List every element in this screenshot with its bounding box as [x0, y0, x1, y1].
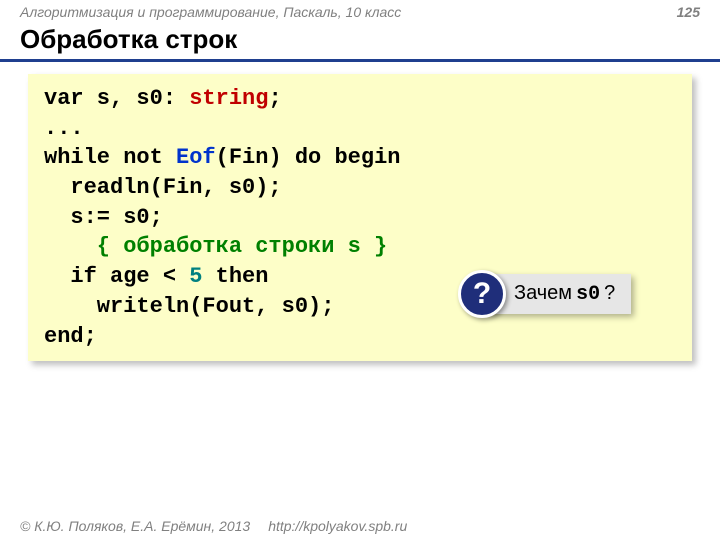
callout: ? Зачем s0 ? — [458, 270, 631, 318]
page-number: 125 — [677, 4, 700, 20]
code-line: ... — [44, 116, 84, 141]
course-label: Алгоритмизация и программирование, Паска… — [20, 4, 401, 20]
callout-tail: ? — [604, 282, 615, 305]
keyword-type: string — [189, 86, 268, 111]
code-line: s:= s0; — [44, 205, 163, 230]
slide-footer: © К.Ю. Поляков, Е.А. Ерёмин, 2013 http:/… — [20, 518, 407, 534]
code-line: readln(Fin, s0); — [44, 175, 282, 200]
callout-text: Зачем — [514, 282, 572, 305]
keyword-func: Eof — [176, 145, 216, 170]
slide-header: Алгоритмизация и программирование, Паска… — [0, 0, 720, 22]
code-line: if age < 5 then — [44, 264, 268, 289]
code-line: var s, s0: string; — [44, 86, 282, 111]
code-line: while not Eof(Fin) do begin — [44, 145, 400, 170]
page-title: Обработка строк — [0, 22, 720, 62]
copyright: © К.Ю. Поляков, Е.А. Ерёмин, 2013 — [20, 518, 250, 534]
footer-url: http://kpolyakov.spb.ru — [268, 518, 407, 534]
callout-box: Зачем s0 ? — [488, 274, 631, 314]
code-block: var s, s0: string; ... while not Eof(Fin… — [28, 74, 692, 361]
code-line: writeln(Fout, s0); — [44, 294, 334, 319]
question-mark-icon: ? — [458, 270, 506, 318]
keyword-number: 5 — [189, 264, 202, 289]
code-line: end; — [44, 324, 97, 349]
callout-code: s0 — [576, 283, 600, 306]
code-comment: { обработка строки s } — [44, 234, 387, 259]
